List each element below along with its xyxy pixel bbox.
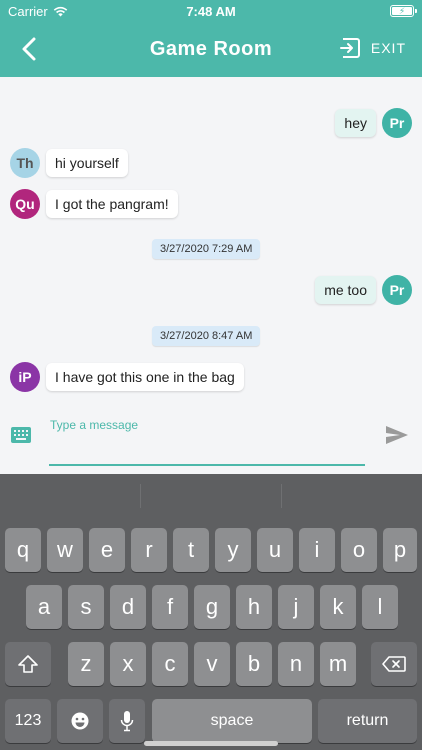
- message-row: Th hi yourself: [10, 148, 128, 178]
- key-q[interactable]: q: [5, 528, 41, 572]
- key-s[interactable]: s: [68, 585, 104, 629]
- avatar: Pr: [382, 275, 412, 305]
- delete-key[interactable]: [371, 642, 417, 686]
- home-indicator: [144, 741, 278, 746]
- timestamp: 3/27/2020 7:29 AM: [152, 239, 261, 259]
- key-x[interactable]: x: [110, 642, 146, 686]
- key-w[interactable]: w: [47, 528, 83, 572]
- timestamp: 3/27/2020 8:47 AM: [152, 326, 261, 346]
- exit-button[interactable]: EXIT: [339, 37, 406, 59]
- input-underline: [49, 464, 365, 466]
- exit-icon: [339, 38, 360, 58]
- key-f[interactable]: f: [152, 585, 188, 629]
- message-input[interactable]: Type a message: [50, 418, 138, 432]
- key-t[interactable]: t: [173, 528, 209, 572]
- key-l[interactable]: l: [362, 585, 398, 629]
- key-e[interactable]: e: [89, 528, 125, 572]
- key-n[interactable]: n: [278, 642, 314, 686]
- key-a[interactable]: a: [26, 585, 62, 629]
- avatar: Th: [10, 148, 40, 178]
- send-icon[interactable]: [385, 425, 409, 445]
- key-b[interactable]: b: [236, 642, 272, 686]
- return-key[interactable]: return: [318, 699, 417, 743]
- backspace-icon: [382, 656, 406, 672]
- key-d[interactable]: d: [110, 585, 146, 629]
- key-p[interactable]: p: [383, 528, 417, 572]
- shift-key[interactable]: [5, 642, 51, 686]
- clock: 7:48 AM: [186, 4, 236, 19]
- avatar: iP: [10, 362, 40, 392]
- key-y[interactable]: y: [215, 528, 251, 572]
- nav-bar: Game Room EXIT: [0, 22, 422, 77]
- avatar: Pr: [382, 108, 412, 138]
- composer: Type a message: [0, 397, 422, 474]
- key-h[interactable]: h: [236, 585, 272, 629]
- message-bubble: me too: [315, 276, 376, 304]
- app-header: Carrier 7:48 AM ⚡ Game Room EXIT: [0, 0, 422, 77]
- battery-icon: ⚡: [390, 5, 417, 17]
- exit-label: EXIT: [370, 40, 406, 56]
- key-m[interactable]: m: [320, 642, 356, 686]
- key-g[interactable]: g: [194, 585, 230, 629]
- keyboard-icon[interactable]: [11, 427, 31, 443]
- microphone-icon: [120, 711, 134, 732]
- avatar: Qu: [10, 189, 40, 219]
- key-z[interactable]: z: [68, 642, 104, 686]
- message-bubble: hi yourself: [46, 149, 128, 177]
- shift-icon: [18, 655, 38, 673]
- key-k[interactable]: k: [320, 585, 356, 629]
- key-o[interactable]: o: [341, 528, 377, 572]
- message-row: hey Pr: [335, 108, 412, 138]
- key-r[interactable]: r: [131, 528, 167, 572]
- space-key[interactable]: space: [152, 699, 312, 743]
- key-u[interactable]: u: [257, 528, 293, 572]
- message-row: iP I have got this one in the bag: [10, 362, 244, 392]
- key-c[interactable]: c: [152, 642, 188, 686]
- suggestion-bar: [0, 474, 422, 518]
- message-list[interactable]: hey Pr Th hi yourself Qu I got the pangr…: [0, 77, 422, 397]
- message-bubble: I have got this one in the bag: [46, 363, 244, 391]
- message-bubble: hey: [335, 109, 376, 137]
- numbers-key[interactable]: 123: [5, 699, 51, 743]
- dictation-key[interactable]: [109, 699, 145, 743]
- status-bar: Carrier 7:48 AM ⚡: [0, 0, 422, 22]
- key-i[interactable]: i: [299, 528, 335, 572]
- message-row: Qu I got the pangram!: [10, 189, 178, 219]
- message-bubble: I got the pangram!: [46, 190, 178, 218]
- emoji-key[interactable]: [57, 699, 103, 743]
- key-j[interactable]: j: [278, 585, 314, 629]
- key-v[interactable]: v: [194, 642, 230, 686]
- emoji-icon: [71, 712, 89, 730]
- ios-keyboard: q w e r t y u i o p a s d f g h j k l z …: [0, 474, 422, 750]
- message-row: me too Pr: [315, 275, 412, 305]
